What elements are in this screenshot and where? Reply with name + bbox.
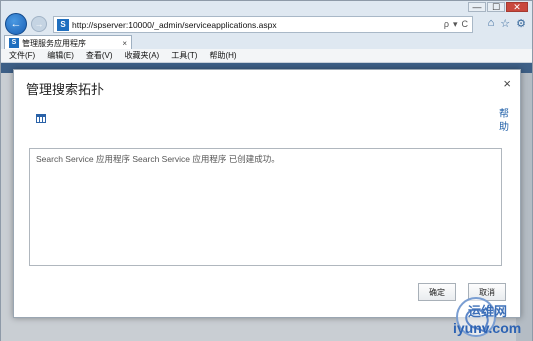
menu-edit[interactable]: 编辑(E)	[47, 50, 74, 61]
sharepoint-tab-icon: S	[9, 38, 19, 48]
back-button[interactable]: ←	[5, 13, 27, 35]
menu-view[interactable]: 查看(V)	[86, 50, 113, 61]
tab-row: S 管理服务应用程序 ×	[1, 35, 532, 50]
gear-icon[interactable]: ⚙	[516, 17, 526, 30]
address-bar[interactable]: S http://spserver:10000/_admin/serviceap…	[53, 16, 473, 33]
minimize-button[interactable]: —	[468, 2, 486, 12]
window-controls: — ☐ ✕	[468, 2, 528, 12]
watermark-site-name: 运维网	[468, 304, 508, 319]
address-tools: ρ ▾ C	[444, 19, 472, 30]
menu-file[interactable]: 文件(F)	[9, 50, 35, 61]
table-view-icon[interactable]	[36, 114, 46, 123]
tab-label: 管理服务应用程序	[22, 38, 86, 48]
manage-search-topology-dialog: 管理搜索拓扑 × 帮助 Search Service 应用程序 Search S…	[13, 69, 521, 318]
browser-toolbar-icons: ⌂ ☆ ⚙	[488, 17, 526, 30]
menu-help[interactable]: 帮助(H)	[209, 50, 236, 61]
sharepoint-site-icon: S	[57, 18, 69, 31]
status-message: Search Service 应用程序 Search Service 应用程序 …	[36, 154, 280, 164]
forward-arrow-icon: →	[34, 19, 44, 29]
close-window-button[interactable]: ✕	[506, 2, 528, 12]
status-message-box: Search Service 应用程序 Search Service 应用程序 …	[29, 148, 502, 266]
menu-tools[interactable]: 工具(T)	[171, 50, 197, 61]
help-link[interactable]: 帮助	[498, 108, 510, 134]
menu-bar: 文件(F) 编辑(E) 查看(V) 收藏夹(A) 工具(T) 帮助(H)	[1, 49, 532, 63]
menu-favorites[interactable]: 收藏夹(A)	[125, 50, 160, 61]
dropdown-icon[interactable]: ▾	[453, 19, 458, 30]
tab-close-icon[interactable]: ×	[122, 39, 127, 48]
search-icon[interactable]: ρ	[444, 19, 449, 30]
forward-button[interactable]: →	[31, 16, 47, 32]
home-icon[interactable]: ⌂	[488, 17, 495, 30]
tab-manage-service-applications[interactable]: S 管理服务应用程序 ×	[4, 35, 132, 50]
back-arrow-icon: ←	[10, 18, 22, 30]
refresh-icon[interactable]: C	[462, 19, 469, 30]
watermark-domain: iyunv.com	[453, 320, 522, 336]
star-icon[interactable]: ☆	[500, 17, 510, 30]
dialog-title: 管理搜索拓扑	[26, 82, 105, 97]
address-url[interactable]: http://spserver:10000/_admin/serviceappl…	[72, 20, 444, 30]
browser-window: — ☐ ✕ ← → S http://spserver:10000/_admin…	[0, 0, 533, 341]
maximize-button[interactable]: ☐	[487, 2, 505, 12]
ok-button[interactable]: 确定	[418, 283, 456, 301]
dialog-close-icon[interactable]: ×	[503, 76, 511, 91]
browser-titlebar: — ☐ ✕ ← → S http://spserver:10000/_admin…	[1, 1, 532, 35]
